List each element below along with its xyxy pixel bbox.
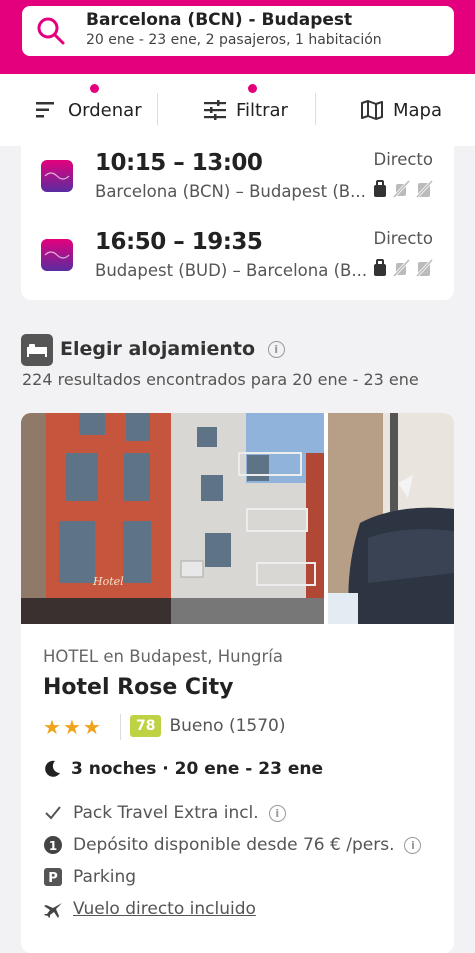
airline-logo — [41, 239, 73, 271]
section-title: Elegir alojamiento i — [60, 338, 285, 360]
svg-text:1: 1 — [49, 839, 57, 853]
feature-label: Depósito disponible desde 76 € /pers. — [73, 835, 395, 855]
hotel-name[interactable]: Hotel Rose City — [43, 675, 233, 700]
flight-return[interactable]: 16:50 – 19:35 Budapest (BUD) – Barcelona… — [21, 225, 433, 295]
stay-dates-text: 3 noches · 20 ene - 23 ene — [71, 759, 324, 779]
personal-bag-icon — [374, 180, 386, 197]
baggage-icons — [373, 259, 433, 277]
personal-bag-icon — [374, 259, 386, 276]
filter-label: Filtrar — [236, 99, 288, 121]
baggage-icons — [373, 180, 433, 198]
sort-indicator-dot — [90, 84, 99, 93]
info-icon[interactable]: i — [268, 804, 286, 822]
moon-icon — [45, 760, 60, 777]
toolbar-divider — [315, 93, 316, 125]
results-toolbar: Ordenar Filtrar Mapa — [0, 74, 475, 146]
map-label: Mapa — [393, 99, 443, 121]
toolbar-divider — [157, 93, 158, 125]
no-checked-bag-icon — [415, 259, 433, 277]
hotel-photo-main[interactable]: Hotel — [21, 413, 324, 624]
svg-text:P: P — [48, 871, 58, 886]
feature-parking: P Parking — [43, 867, 136, 887]
search-icon — [37, 17, 65, 45]
flight-stops: Directo — [373, 150, 434, 169]
feature-label: Parking — [73, 867, 137, 887]
hotel-photo-secondary[interactable] — [328, 413, 454, 624]
hotel-category: HOTEL en Budapest, Hungría — [43, 647, 284, 666]
rating-divider — [120, 714, 121, 740]
info-icon[interactable]: i — [267, 341, 285, 358]
sort-label: Ordenar — [68, 99, 142, 121]
airline-logo — [41, 160, 73, 192]
flight-route: Budapest (BUD) – Barcelona (B... — [95, 261, 368, 280]
no-cabin-bag-icon — [392, 180, 410, 198]
deposit-icon: 1 — [44, 836, 62, 854]
star-icon: ★ — [82, 715, 101, 739]
feature-direct-flight[interactable]: Vuelo directo incluido — [43, 899, 256, 919]
stay-dates: 3 noches · 20 ene - 23 ene — [43, 759, 323, 779]
star-icon: ★ — [43, 715, 61, 739]
sort-button[interactable]: Ordenar — [36, 74, 142, 146]
flights-card[interactable]: 10:15 – 13:00 Barcelona (BCN) – Budapest… — [21, 146, 454, 300]
flight-route: Barcelona (BCN) – Budapest (B... — [95, 182, 366, 201]
results-count: 224 resultados encontrados para 20 ene -… — [22, 370, 419, 389]
info-icon[interactable]: i — [404, 836, 422, 854]
section-title-text: Elegir alojamiento — [60, 338, 256, 360]
feature-link[interactable]: Vuelo directo incluido — [73, 899, 256, 919]
parking-icon: P — [44, 868, 62, 886]
star-icon: ★ — [62, 715, 81, 739]
no-cabin-bag-icon — [392, 259, 410, 277]
hotel-card[interactable]: Hotel HOTEL en Budapest, Hungría Hotel R… — [21, 413, 454, 953]
bed-icon — [21, 334, 53, 366]
header-bar: Barcelona (BCN) - Budapest 20 ene - 23 e… — [0, 0, 475, 74]
map-icon — [361, 100, 383, 120]
feature-deposit: 1 Depósito disponible desde 76 € /pers. … — [43, 835, 422, 855]
map-button[interactable]: Mapa — [361, 74, 442, 146]
svg-text:Hotel: Hotel — [92, 575, 124, 588]
sort-icon — [36, 102, 54, 118]
hotel-rating[interactable]: 78 Bueno (1570) — [130, 715, 286, 737]
hotel-stars: ★ ★ ★ — [43, 715, 101, 739]
flight-time: 10:15 – 13:00 — [95, 150, 263, 176]
search-details: 20 ene - 23 ene, 2 pasajeros, 1 habitaci… — [86, 32, 382, 48]
filter-button[interactable]: Filtrar — [204, 74, 288, 146]
search-route: Barcelona (BCN) - Budapest — [86, 10, 353, 30]
rating-text: Bueno (1570) — [169, 716, 286, 736]
rating-score-badge: 78 — [130, 715, 162, 737]
flight-time: 16:50 – 19:35 — [95, 229, 263, 255]
plane-icon — [44, 903, 62, 918]
feature-pack-extra: Pack Travel Extra incl. i — [43, 803, 286, 823]
flight-stops: Directo — [373, 229, 434, 248]
filter-indicator-dot — [248, 84, 257, 93]
flight-outbound[interactable]: 10:15 – 13:00 Barcelona (BCN) – Budapest… — [21, 146, 433, 216]
feature-label: Pack Travel Extra incl. — [73, 803, 259, 823]
filter-icon — [204, 100, 226, 120]
no-checked-bag-icon — [415, 180, 433, 198]
search-summary[interactable]: Barcelona (BCN) - Budapest 20 ene - 23 e… — [22, 6, 454, 56]
check-icon — [45, 806, 61, 820]
